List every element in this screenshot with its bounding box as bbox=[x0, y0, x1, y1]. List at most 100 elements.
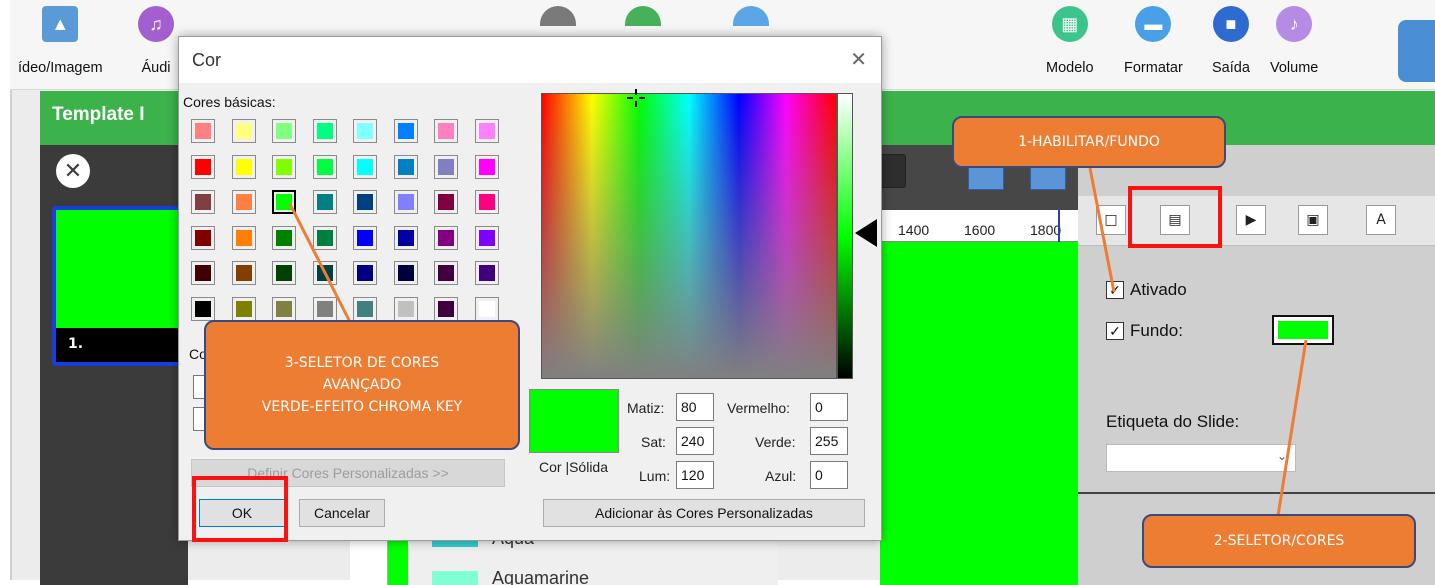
basic-color-cell[interactable] bbox=[272, 119, 296, 143]
color-spectrum-picker[interactable] bbox=[541, 93, 837, 379]
basic-color-cell[interactable] bbox=[191, 261, 215, 285]
basic-color-cell[interactable] bbox=[232, 119, 256, 143]
basic-color-cell[interactable] bbox=[434, 190, 458, 214]
ruler-tick: 1600 bbox=[964, 222, 996, 238]
basic-color-cell[interactable] bbox=[353, 119, 377, 143]
basic-color-cell[interactable] bbox=[475, 119, 499, 143]
luminosity-slider[interactable] bbox=[837, 93, 853, 379]
basic-color-cell[interactable] bbox=[232, 226, 256, 250]
basic-color-cell[interactable] bbox=[353, 190, 377, 214]
basic-color-cell[interactable] bbox=[394, 190, 418, 214]
basic-color-cell[interactable] bbox=[434, 155, 458, 179]
basic-color-cell[interactable] bbox=[272, 261, 296, 285]
basic-color-cell[interactable] bbox=[191, 190, 215, 214]
sat-input[interactable] bbox=[676, 427, 714, 455]
basic-color-fill bbox=[479, 265, 495, 281]
basic-color-cell[interactable] bbox=[313, 190, 337, 214]
basic-color-cell[interactable] bbox=[272, 190, 296, 214]
basic-color-cell[interactable] bbox=[191, 155, 215, 179]
luminosity-slider-arrow-icon[interactable] bbox=[855, 219, 877, 247]
basic-color-cell[interactable] bbox=[475, 261, 499, 285]
basic-color-cell[interactable] bbox=[313, 119, 337, 143]
basic-color-cell[interactable] bbox=[313, 297, 337, 321]
tab-page[interactable]: □ bbox=[1096, 205, 1126, 235]
green-input[interactable] bbox=[810, 427, 848, 455]
toolbar-format-button[interactable]: ▬ Formatar bbox=[1124, 6, 1183, 76]
basic-color-cell[interactable] bbox=[475, 155, 499, 179]
basic-color-cell[interactable] bbox=[353, 297, 377, 321]
basic-color-cell[interactable] bbox=[434, 226, 458, 250]
ativado-checkbox[interactable]: ✓ bbox=[1106, 281, 1124, 299]
basic-color-cell[interactable] bbox=[232, 261, 256, 285]
basic-color-cell[interactable] bbox=[313, 155, 337, 179]
fundo-checkbox-row[interactable]: ✓ Fundo: bbox=[1106, 321, 1183, 341]
tab-transition[interactable]: ▶ bbox=[1236, 205, 1266, 235]
basic-color-cell[interactable] bbox=[313, 261, 337, 285]
callout-text: 2-SELETOR/CORES bbox=[1213, 533, 1345, 549]
basic-color-cell[interactable] bbox=[475, 297, 499, 321]
basic-color-cell[interactable] bbox=[394, 297, 418, 321]
toolbar-volume-button[interactable]: ♪ Volume bbox=[1270, 6, 1318, 76]
basic-color-fill bbox=[195, 123, 211, 139]
spectrum-crosshair[interactable] bbox=[627, 89, 645, 107]
red-input[interactable] bbox=[810, 393, 848, 421]
close-icon[interactable]: ✕ bbox=[56, 154, 90, 188]
basic-color-cell[interactable] bbox=[272, 155, 296, 179]
toolbar-label: Volume bbox=[1270, 60, 1319, 76]
basic-color-cell[interactable] bbox=[353, 155, 377, 179]
basic-color-cell[interactable] bbox=[191, 226, 215, 250]
basic-color-cell[interactable] bbox=[353, 261, 377, 285]
ativado-checkbox-row[interactable]: ✓ Ativado bbox=[1106, 280, 1187, 300]
basic-color-cell[interactable] bbox=[394, 155, 418, 179]
basic-color-cell[interactable] bbox=[394, 226, 418, 250]
basic-color-cell[interactable] bbox=[313, 226, 337, 250]
slide-label-caption: Etiqueta do Slide: bbox=[1106, 412, 1240, 431]
basic-color-cell[interactable] bbox=[232, 155, 256, 179]
toolbar-output-button[interactable]: ■ Saída bbox=[1212, 6, 1250, 76]
basic-color-cell[interactable] bbox=[434, 297, 458, 321]
slide-label-dropdown[interactable]: ⌄ bbox=[1106, 444, 1296, 472]
basic-color-cell[interactable] bbox=[232, 297, 256, 321]
basic-color-cell[interactable] bbox=[475, 190, 499, 214]
vertical-ruler bbox=[350, 540, 388, 585]
toolbar-video-image-button[interactable]: ▲ ídeo/Imagem bbox=[18, 6, 103, 76]
tab-text[interactable]: A bbox=[1366, 205, 1396, 235]
basic-color-cell[interactable] bbox=[434, 261, 458, 285]
basic-color-fill bbox=[438, 230, 454, 246]
basic-color-cell[interactable] bbox=[191, 119, 215, 143]
add-to-custom-colors-button[interactable]: Adicionar às Cores Personalizadas bbox=[543, 499, 865, 527]
basic-color-cell[interactable] bbox=[394, 119, 418, 143]
close-icon[interactable]: ✕ bbox=[850, 47, 867, 72]
list-item[interactable]: Aquamarine bbox=[432, 568, 589, 585]
basic-color-cell[interactable] bbox=[353, 226, 377, 250]
color-swatch bbox=[432, 570, 478, 585]
basic-color-cell[interactable] bbox=[232, 190, 256, 214]
basic-color-cell[interactable] bbox=[394, 261, 418, 285]
toolbar-template-button[interactable]: ▦ Modelo bbox=[1046, 6, 1094, 76]
basic-color-cell[interactable] bbox=[434, 119, 458, 143]
blue-input[interactable] bbox=[810, 461, 848, 489]
basic-color-fill bbox=[317, 194, 333, 210]
callout-enable-background: 1-HABILITAR/FUNDO bbox=[952, 116, 1226, 168]
basic-color-cell[interactable] bbox=[272, 297, 296, 321]
toolbar-audio-button[interactable]: ♫ Áudi bbox=[138, 6, 174, 76]
background-color-button[interactable] bbox=[1272, 315, 1334, 345]
red-label: Vermelho: bbox=[727, 400, 791, 416]
basic-color-cell[interactable] bbox=[475, 226, 499, 250]
tab-layout[interactable]: ▣ bbox=[1298, 205, 1328, 235]
hue-input[interactable] bbox=[676, 393, 714, 421]
fundo-checkbox[interactable]: ✓ bbox=[1106, 322, 1124, 340]
basic-color-cell[interactable] bbox=[272, 226, 296, 250]
ruler-tick: 1400 bbox=[898, 222, 930, 238]
basic-color-fill bbox=[236, 194, 252, 210]
highlight-background-tab bbox=[1128, 186, 1222, 248]
slide-thumbnail[interactable]: 1. bbox=[52, 206, 188, 366]
color-name-list[interactable]: Aqua Aquamarine bbox=[408, 528, 778, 585]
basic-color-cell[interactable] bbox=[191, 297, 215, 321]
slide-canvas[interactable] bbox=[880, 242, 1078, 585]
lum-label: Lum: bbox=[639, 468, 671, 484]
basic-color-fill bbox=[317, 159, 333, 175]
basic-color-fill bbox=[195, 301, 211, 317]
lum-input[interactable] bbox=[676, 461, 714, 489]
cancel-button[interactable]: Cancelar bbox=[299, 499, 385, 527]
